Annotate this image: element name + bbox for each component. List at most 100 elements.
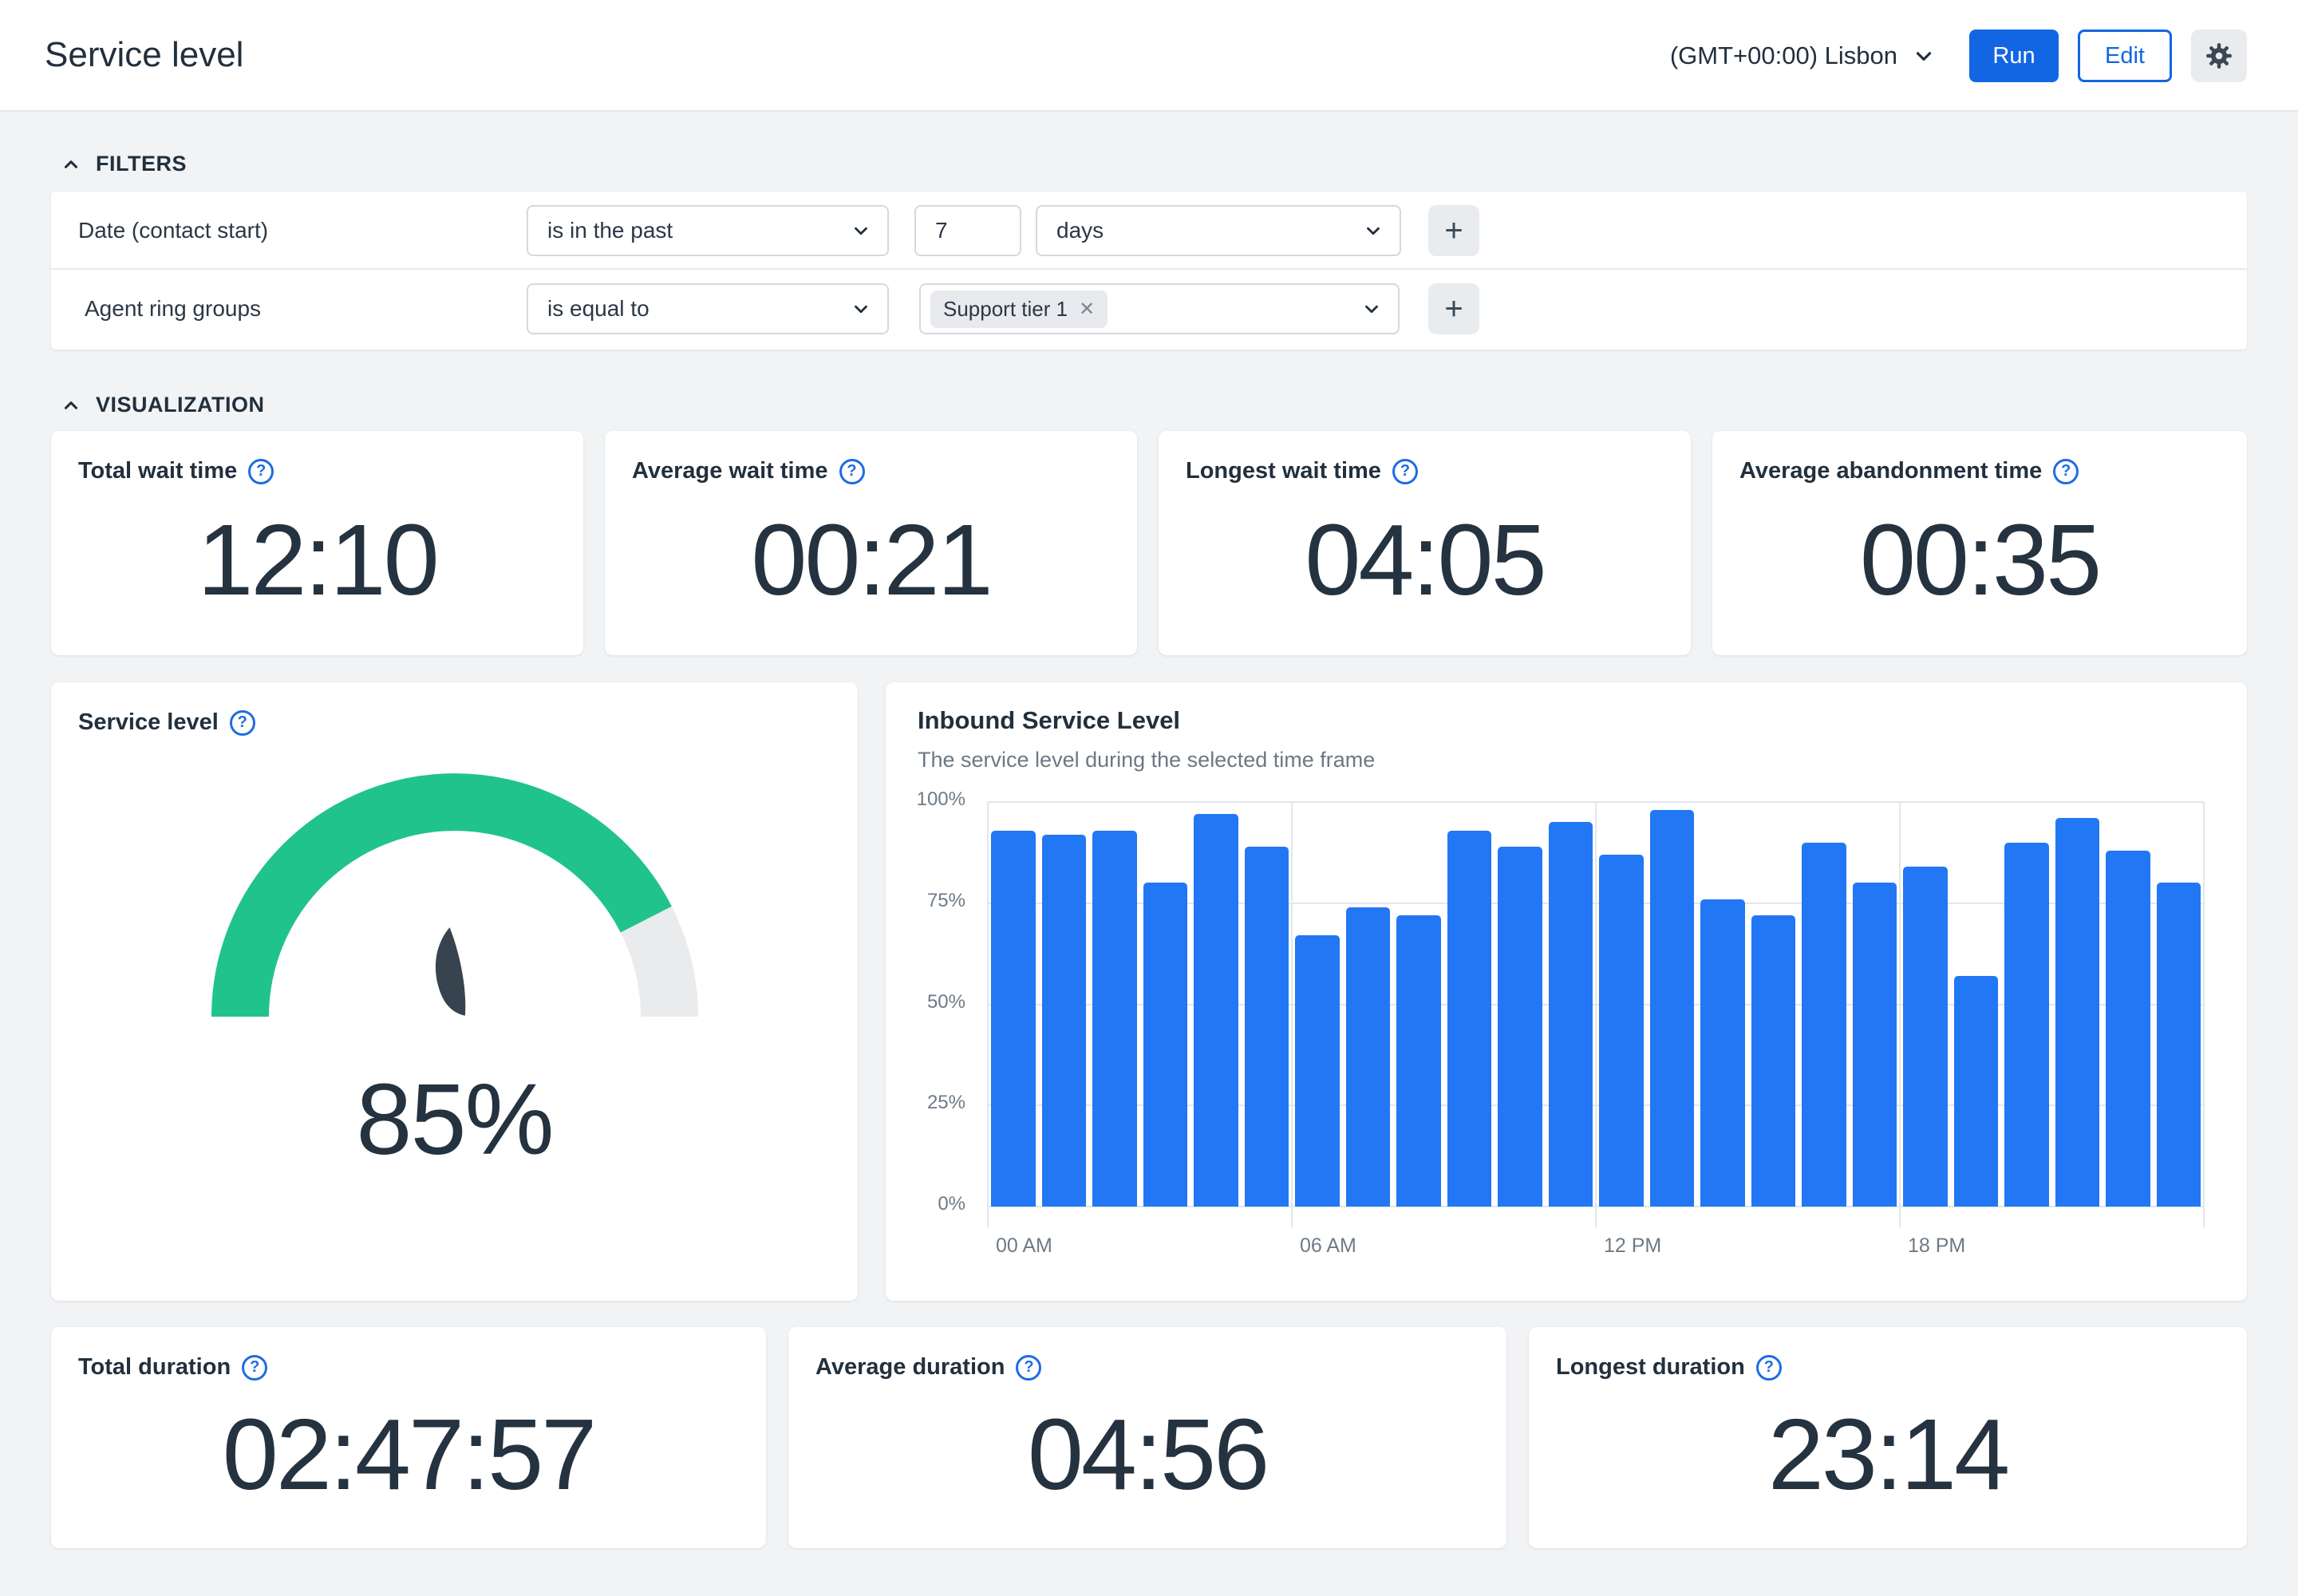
x-tick [1899, 1207, 1901, 1227]
card-label: Average wait time [632, 458, 828, 484]
help-icon[interactable]: ? [230, 710, 255, 736]
date-unit-select[interactable]: days [1036, 205, 1401, 256]
metric-value: 04:05 [1159, 484, 1691, 655]
card-label: Total wait time [78, 458, 237, 484]
bars [988, 802, 2204, 1207]
bar-hour-22 [2106, 851, 2150, 1207]
bar-slot [1089, 802, 1140, 1207]
date-operator-select[interactable]: is in the past [527, 205, 889, 256]
metric-value: 23:14 [1529, 1381, 2247, 1548]
card-average-wait-time: Average wait time? 00:21 [605, 431, 1137, 655]
bar-hour-12 [1599, 855, 1644, 1207]
x-axis-label: 00 AM [988, 1235, 1052, 1258]
settings-button[interactable] [2191, 30, 2247, 82]
x-tick [987, 1207, 989, 1227]
run-button[interactable]: Run [1969, 30, 2059, 82]
bar-hour-16 [1802, 843, 1846, 1207]
bar-hour-18 [1903, 867, 1948, 1207]
header: Service level (GMT+00:00) Lisbon Run Edi… [0, 0, 2298, 112]
ring-group-chip: Support tier 1 ✕ [930, 290, 1108, 328]
chart-title: Inbound Service Level [918, 706, 1180, 735]
bar-slot [1140, 802, 1191, 1207]
bar-slot [2103, 802, 2154, 1207]
header-actions: (GMT+00:00) Lisbon Run Edit [1670, 0, 2247, 112]
edit-button[interactable]: Edit [2078, 30, 2172, 82]
bar-slot [1697, 802, 1748, 1207]
card-label: Average abandonment time [1739, 458, 2042, 484]
gear-icon [2204, 41, 2234, 71]
bar-hour-02 [1092, 831, 1137, 1207]
filter-label-ring-groups: Agent ring groups [85, 270, 261, 348]
help-icon[interactable]: ? [2053, 459, 2079, 484]
date-value: 7 [935, 218, 948, 243]
bar-hour-08 [1396, 915, 1441, 1207]
help-icon[interactable]: ? [839, 459, 865, 484]
bar-hour-07 [1346, 907, 1391, 1207]
filter-row-ring-groups: Agent ring groups is equal to Support ti… [51, 270, 2247, 348]
help-icon[interactable]: ? [1756, 1355, 1782, 1381]
bar-slot [1393, 802, 1444, 1207]
bar-hour-21 [2055, 818, 2100, 1207]
bar-slot [1546, 802, 1597, 1207]
filter-label-date: Date (contact start) [78, 192, 268, 270]
bar-slot [2052, 802, 2103, 1207]
help-icon[interactable]: ? [248, 459, 274, 484]
date-value-input[interactable]: 7 [914, 205, 1021, 256]
date-unit-value: days [1056, 218, 1104, 243]
bar-slot [1799, 802, 1850, 1207]
x-axis-label: 18 PM [1900, 1235, 1965, 1258]
bar-slot [1850, 802, 1901, 1207]
chevron-down-icon [1361, 298, 1382, 319]
bar-slot [1343, 802, 1394, 1207]
card-label: Total duration [78, 1354, 231, 1381]
service-level-dashboard: Service level (GMT+00:00) Lisbon Run Edi… [0, 0, 2298, 1596]
gauge-arc [207, 769, 702, 1026]
bar-slot [1190, 802, 1242, 1207]
bar-hour-17 [1853, 883, 1897, 1207]
timezone-select[interactable]: (GMT+00:00) Lisbon [1670, 41, 1936, 70]
date-operator-value: is in the past [547, 218, 673, 243]
x-axis-label: 12 PM [1596, 1235, 1661, 1258]
add-ring-group-filter-button[interactable]: + [1428, 283, 1479, 334]
bar-slot [1951, 802, 2002, 1207]
y-axis-labels: 100%75%50%25%0% [906, 802, 965, 1207]
timezone-label: (GMT+00:00) Lisbon [1670, 41, 1897, 70]
metric-value: 00:21 [605, 484, 1137, 655]
help-icon[interactable]: ? [1392, 459, 1418, 484]
x-axis-labels: 00 AM 06 AM 12 PM 18 PM [988, 1235, 2204, 1263]
bar-hour-11 [1549, 822, 1593, 1207]
bar-slot [1748, 802, 1799, 1207]
chevron-up-icon [61, 395, 81, 416]
add-date-filter-button[interactable]: + [1428, 205, 1479, 256]
metric-value: 04:56 [788, 1381, 1506, 1548]
card-average-duration: Average duration? 04:56 [788, 1327, 1506, 1548]
x-axis-label: 06 AM [1292, 1235, 1356, 1258]
bar-slot [1242, 802, 1293, 1207]
metric-value: 02:47:57 [51, 1381, 766, 1548]
metric-value: 12:10 [51, 484, 583, 655]
card-service-level-gauge: Service level? 85% [51, 682, 858, 1301]
bar-hour-23 [2157, 883, 2201, 1207]
x-tick [1291, 1207, 1293, 1227]
card-label: Longest wait time [1186, 458, 1381, 484]
help-icon[interactable]: ? [1016, 1355, 1041, 1381]
chevron-down-icon [1912, 44, 1936, 68]
card-label: Average duration [815, 1354, 1005, 1381]
filters-section-label: FILTERS [96, 152, 187, 176]
bar-hour-03 [1143, 883, 1188, 1207]
ring-groups-operator-select[interactable]: is equal to [527, 283, 889, 334]
card-longest-wait-time: Longest wait time? 04:05 [1159, 431, 1691, 655]
bar-hour-13 [1650, 810, 1695, 1207]
ring-groups-value-select[interactable]: Support tier 1 ✕ [919, 283, 1400, 334]
bar-hour-14 [1700, 899, 1745, 1207]
remove-chip-icon[interactable]: ✕ [1079, 298, 1095, 321]
card-total-duration: Total duration? 02:47:57 [51, 1327, 766, 1548]
chevron-up-icon [61, 154, 81, 175]
help-icon[interactable]: ? [242, 1355, 267, 1381]
visualization-section-toggle[interactable]: VISUALIZATION [61, 393, 265, 417]
filters-section-toggle[interactable]: FILTERS [61, 152, 187, 176]
bar-slot [1647, 802, 1698, 1207]
bar-hour-20 [2004, 843, 2049, 1207]
ring-group-chip-label: Support tier 1 [943, 297, 1068, 322]
page-title: Service level [45, 35, 243, 75]
